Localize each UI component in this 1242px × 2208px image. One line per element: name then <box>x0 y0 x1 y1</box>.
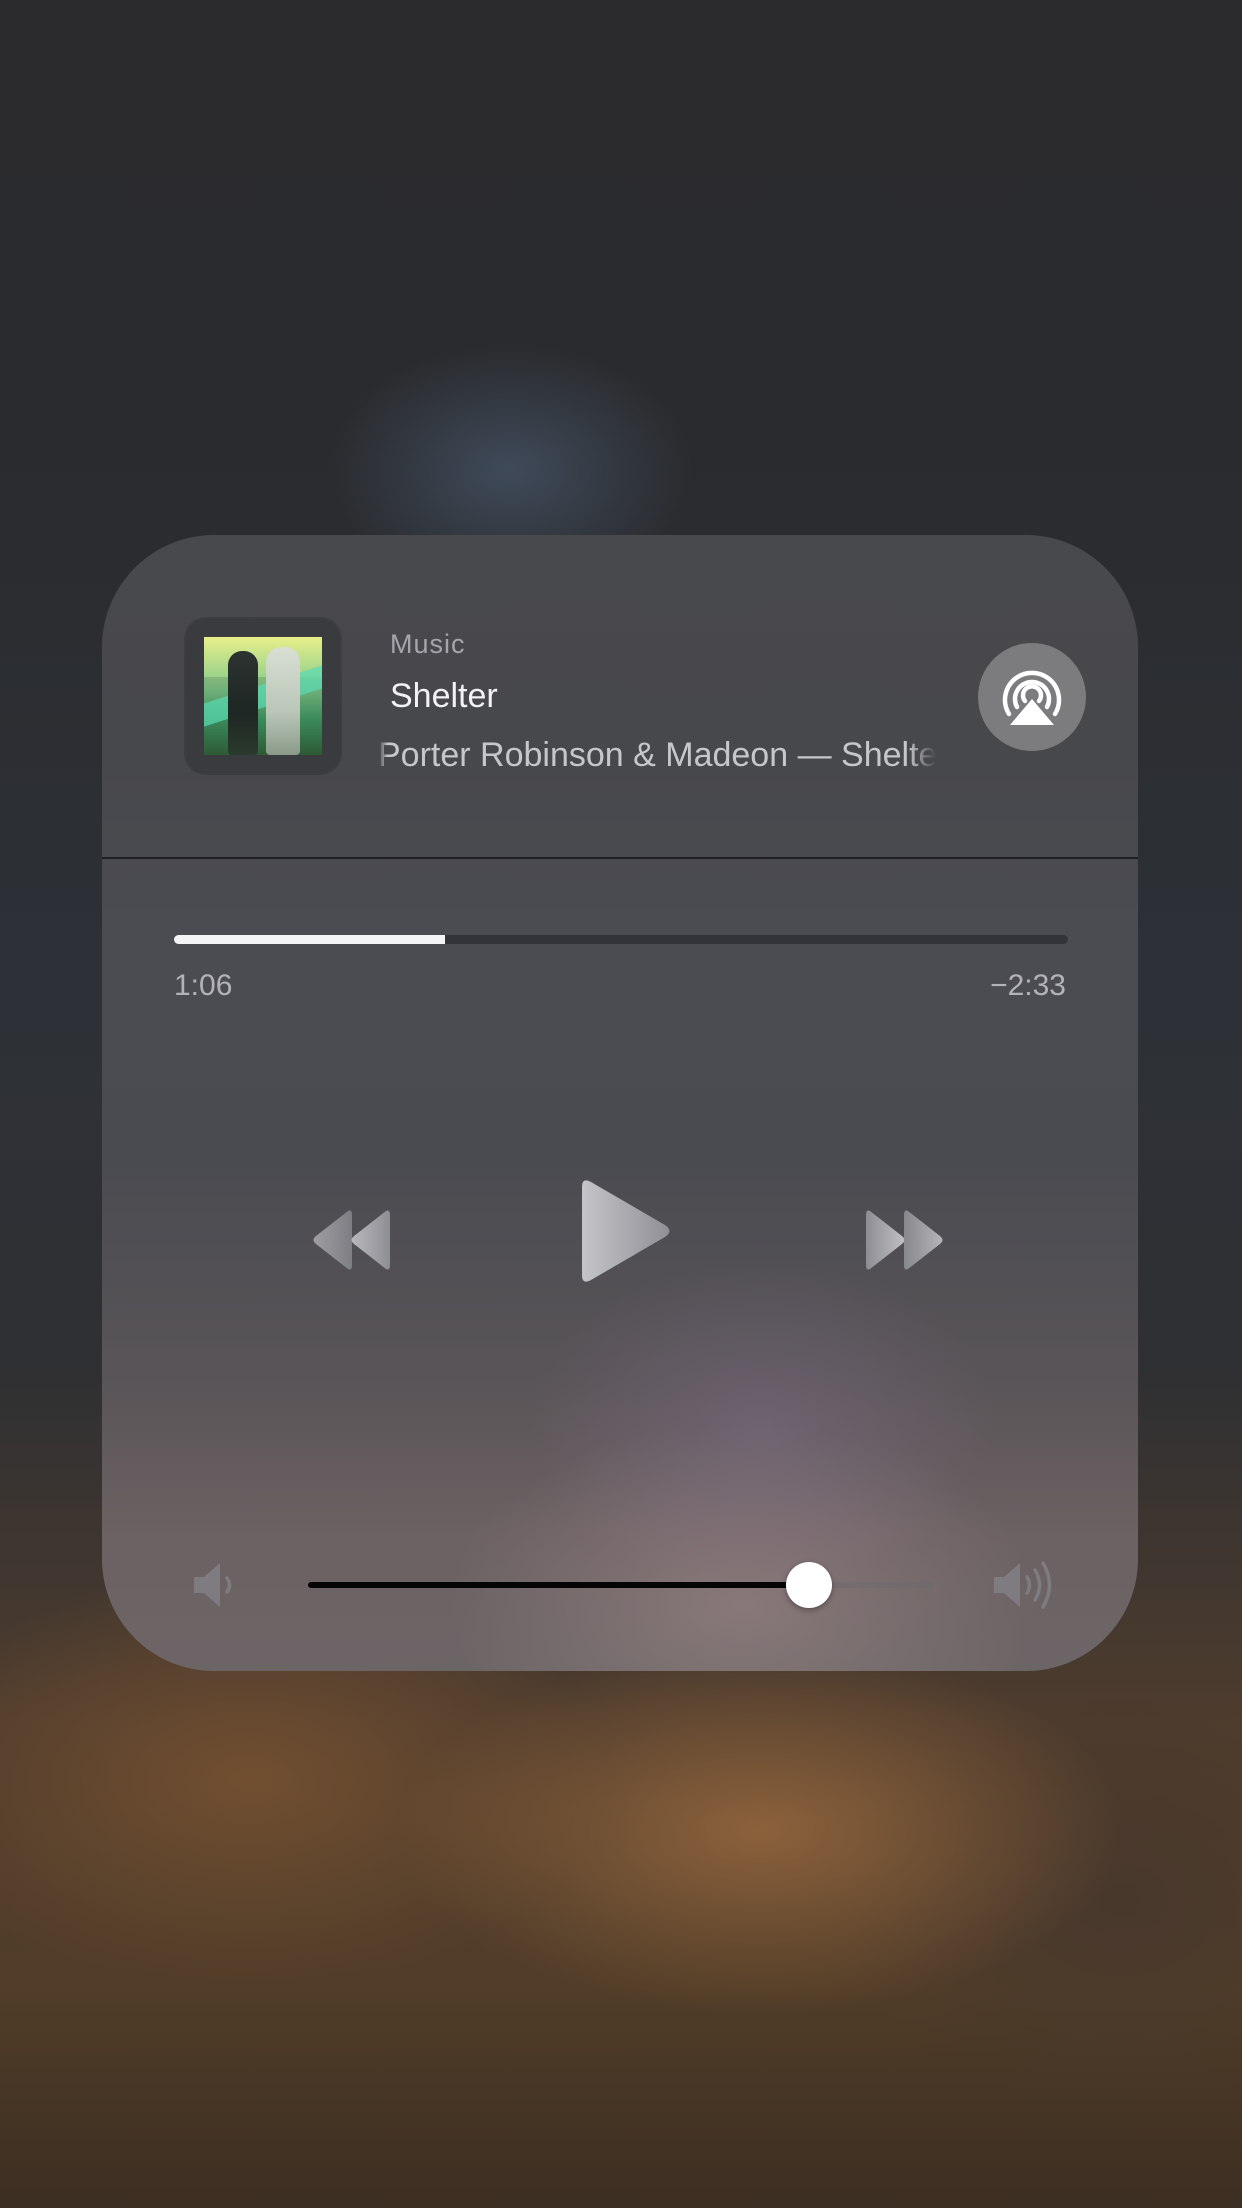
rewind-icon <box>313 1210 390 1270</box>
volume-level-fill <box>308 1582 809 1588</box>
volume-slider-thumb[interactable] <box>785 1562 832 1608</box>
remaining-time: −2:33 <box>990 969 1066 1002</box>
artist-album-text: Porter Robinson & Madeon — Shelter <box>378 736 936 774</box>
artist-album-marquee: Porter Robinson & Madeon — Shelter <box>378 725 936 785</box>
play-button[interactable] <box>564 1163 684 1303</box>
play-icon <box>582 1180 670 1282</box>
airplay-audio-icon <box>1002 670 1062 725</box>
volume-slider[interactable] <box>308 1562 934 1608</box>
playback-progress-fill <box>174 935 445 944</box>
speaker-high-icon <box>994 1561 1052 1609</box>
now-playing-panel: Music Shelter Porter Robinson & Madeon —… <box>102 535 1138 1671</box>
source-app-label: Music <box>390 629 466 659</box>
album-artwork[interactable] <box>186 619 340 773</box>
previous-track-button[interactable] <box>280 1185 400 1295</box>
playback-scrubber[interactable] <box>174 935 1068 944</box>
album-artwork-image <box>204 637 322 755</box>
volume-control <box>102 1545 1138 1625</box>
header-divider <box>102 857 1138 859</box>
track-title: Shelter <box>390 677 498 715</box>
fast-forward-icon <box>866 1210 943 1270</box>
airplay-button[interactable] <box>978 643 1086 751</box>
speaker-low-icon <box>194 1563 232 1607</box>
now-playing-header[interactable]: Music Shelter Porter Robinson & Madeon —… <box>102 535 1138 859</box>
next-track-button[interactable] <box>856 1185 976 1295</box>
elapsed-time: 1:06 <box>174 969 233 1002</box>
